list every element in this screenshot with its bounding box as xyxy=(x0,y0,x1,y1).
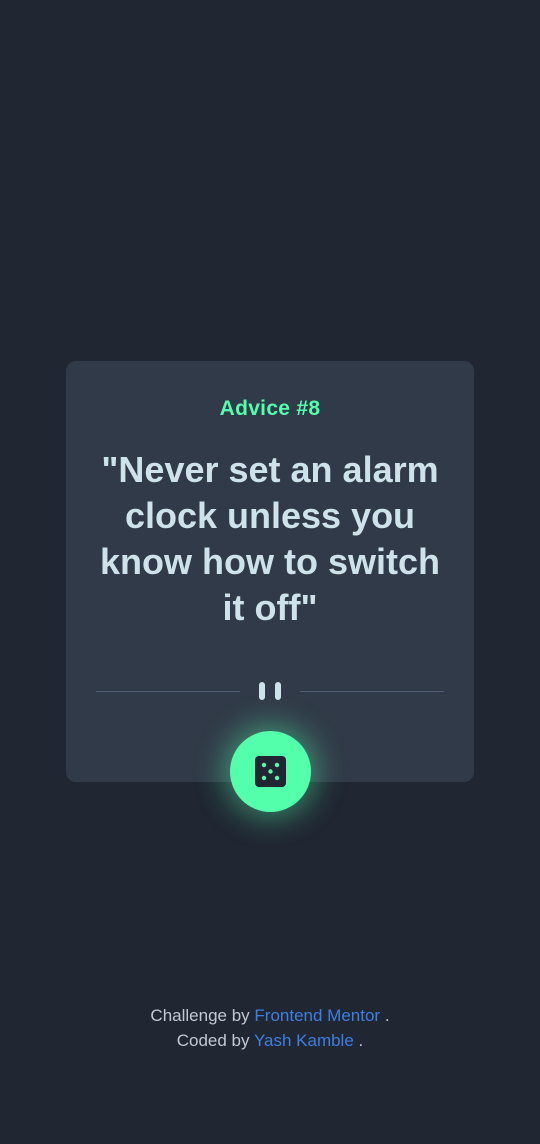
advice-number: Advice #8 xyxy=(219,397,321,420)
new-advice-button[interactable] xyxy=(230,731,311,812)
pause-bar-right xyxy=(275,682,281,700)
pause-bar-left xyxy=(259,682,265,700)
divider xyxy=(96,679,444,703)
divider-line-right xyxy=(300,691,444,692)
attribution-line-coded: Coded by Yash Kamble . xyxy=(0,1028,540,1053)
challenge-prefix: Challenge by xyxy=(150,1006,250,1025)
coded-suffix: . xyxy=(358,1031,364,1050)
advice-card: Advice #8 "Never set an alarm clock unle… xyxy=(66,361,474,782)
challenge-suffix: . xyxy=(384,1006,390,1025)
author-link[interactable]: Yash Kamble xyxy=(254,1031,354,1050)
attribution: Challenge by Frontend Mentor . Coded by … xyxy=(0,1003,540,1053)
frontend-mentor-link[interactable]: Frontend Mentor xyxy=(254,1006,380,1025)
pause-icon xyxy=(259,682,283,700)
advice-quote: "Never set an alarm clock unless you kno… xyxy=(100,449,440,628)
divider-line-left xyxy=(96,691,240,692)
dice-icon xyxy=(255,756,286,787)
coded-prefix: Coded by xyxy=(176,1031,250,1050)
attribution-line-challenge: Challenge by Frontend Mentor . xyxy=(0,1003,540,1028)
